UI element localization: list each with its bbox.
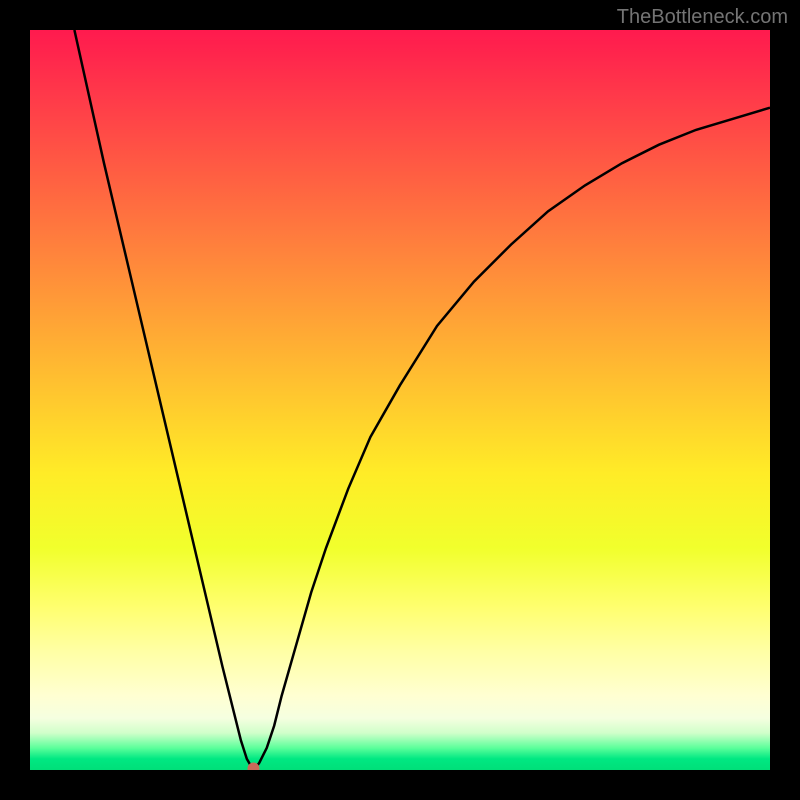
plot-area	[30, 30, 770, 770]
chart-svg	[30, 30, 770, 770]
watermark-text: TheBottleneck.com	[617, 6, 788, 29]
bottleneck-curve	[74, 30, 770, 768]
chart-container: TheBottleneck.com	[0, 0, 800, 800]
